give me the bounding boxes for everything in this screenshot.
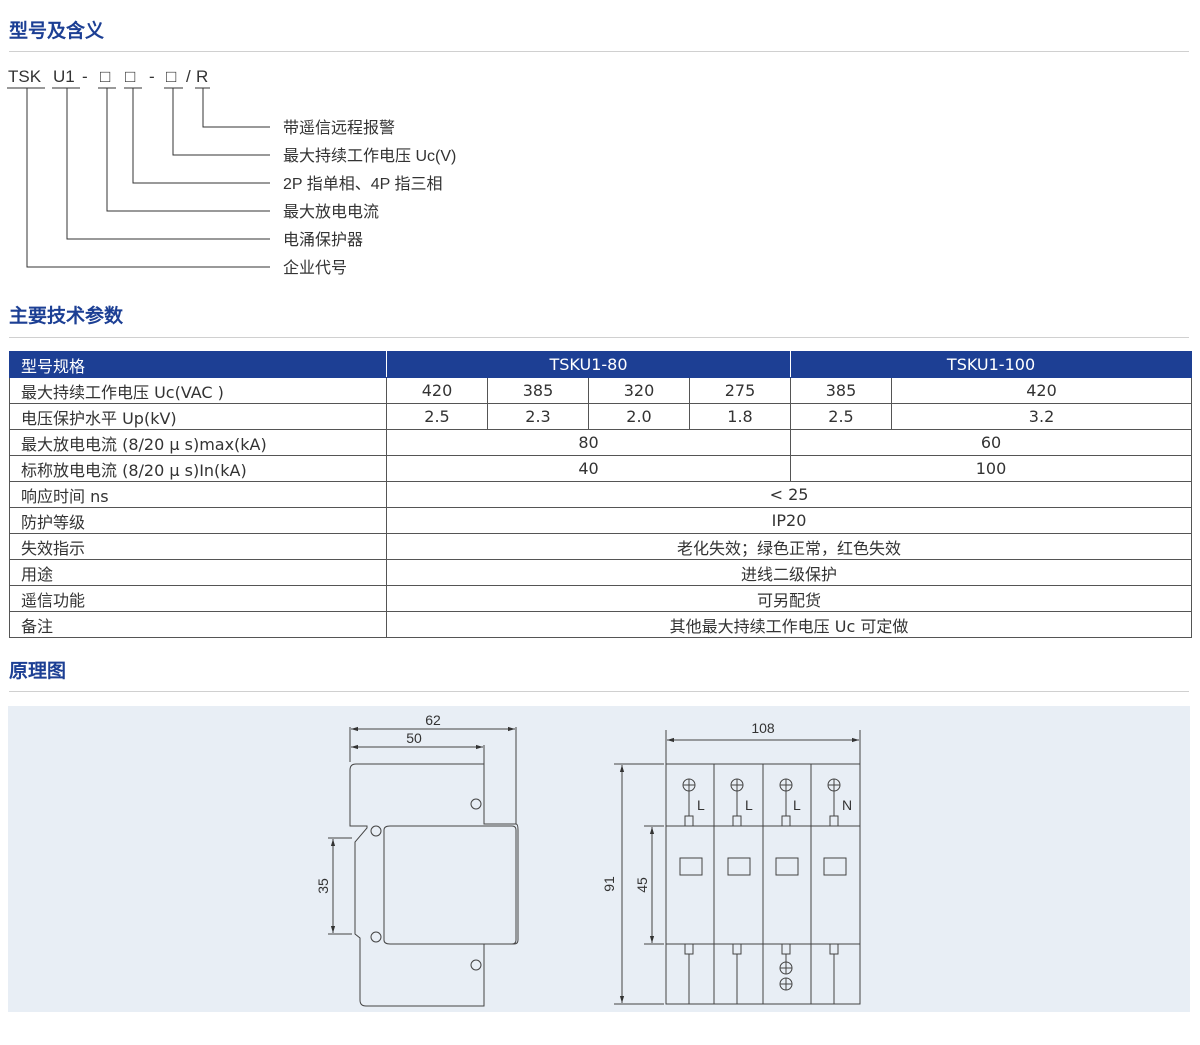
ground-terminal xyxy=(779,961,793,991)
table-row: 最大放电电流 (8/20 μ s)max(kA) 80 60 xyxy=(9,429,1193,456)
table-cell: 275 xyxy=(688,377,792,404)
dim-label-window-height: 45 xyxy=(634,877,650,893)
section-title-model-meaning: 型号及含义 xyxy=(9,20,105,42)
table-cell: 进线二级保护 xyxy=(385,559,1193,586)
dim-label-front-width: 108 xyxy=(751,720,775,736)
terminal-label: L xyxy=(793,797,801,813)
code-part-remote: R xyxy=(196,67,208,86)
table-cell: 40 xyxy=(385,455,792,482)
table-row: 响应时间 ns < 25 xyxy=(9,481,1193,508)
terminal-label: L xyxy=(697,797,705,813)
table-cell: 其他最大持续工作电压 Uc 可定做 xyxy=(385,611,1193,638)
table-header-row: 型号规格 TSKU1-80 TSKU1-100 xyxy=(9,351,1193,378)
explanation-max-voltage: 最大持续工作电压 Uc(V) xyxy=(283,147,456,165)
code-part-poles: □ xyxy=(125,67,135,86)
table-row: 失效指示 老化失效；绿色正常，红色失效 xyxy=(9,533,1193,560)
dimension-drawing: 62 50 35 108 91 45 L L L N xyxy=(315,712,861,1007)
table-cell: 2.3 xyxy=(487,403,589,430)
leader-lines xyxy=(7,87,270,268)
header-cell-label: 型号规格 xyxy=(9,351,387,378)
table-cell: 1.8 xyxy=(688,403,792,430)
row-label: 备注 xyxy=(9,611,387,638)
section-divider xyxy=(9,51,1189,52)
table-cell: 420 xyxy=(386,377,488,404)
code-part-dash: - xyxy=(82,67,88,86)
section-divider xyxy=(9,691,1189,692)
side-view-drawing xyxy=(328,726,519,1007)
dim-label-rail: 35 xyxy=(315,878,331,894)
terminal-top-2 xyxy=(730,778,744,827)
row-label: 用途 xyxy=(9,559,387,586)
row-label: 最大持续工作电压 Uc(VAC ) xyxy=(9,377,387,404)
table-cell: 3.2 xyxy=(891,403,1193,430)
row-label: 失效指示 xyxy=(9,533,387,560)
model-code-diagram: TSK U1 - □ □ - □ / R 带遥信远程报警 最大持续工作电压 Uc… xyxy=(7,67,456,277)
table-row: 最大持续工作电压 Uc(VAC ) 420 385 320 275 385 42… xyxy=(9,377,1193,404)
section-title-specs: 主要技术参数 xyxy=(9,305,124,327)
code-part-slash: / xyxy=(186,67,191,86)
row-label: 最大放电电流 (8/20 μ s)max(kA) xyxy=(9,429,387,456)
schematic-panel: 62 50 35 108 91 45 L L L N xyxy=(8,706,1190,1012)
row-label: 防护等级 xyxy=(9,507,387,534)
section-title-schematic: 原理图 xyxy=(9,660,67,682)
table-cell: < 25 xyxy=(385,481,1193,508)
explanation-max-current: 最大放电电流 xyxy=(283,203,379,221)
row-label: 电压保护水平 Up(kV) xyxy=(9,403,387,430)
table-cell: 385 xyxy=(487,377,589,404)
row-label: 响应时间 ns xyxy=(9,481,387,508)
terminal-top-3 xyxy=(779,778,793,827)
row-label: 标称放电电流 (8/20 μ s)In(kA) xyxy=(9,455,387,482)
terminal-label: L xyxy=(745,797,753,813)
header-cell-model: TSKU1-80 xyxy=(385,351,792,378)
dim-label-side-inner: 50 xyxy=(406,730,422,746)
dim-label-front-height: 91 xyxy=(601,876,617,892)
table-cell: 320 xyxy=(588,377,690,404)
table-cell: 可另配货 xyxy=(385,585,1193,612)
terminal-top-4 xyxy=(827,778,841,827)
table-cell: 420 xyxy=(891,377,1193,404)
table-cell: 2.5 xyxy=(386,403,488,430)
table-row: 防护等级 IP20 xyxy=(9,507,1193,534)
header-cell-model: TSKU1-100 xyxy=(790,351,1193,378)
section-divider xyxy=(9,337,1189,338)
table-cell: 2.0 xyxy=(588,403,690,430)
explanation-product: 电涌保护器 xyxy=(283,231,363,249)
terminal-top-1 xyxy=(682,778,696,827)
explanation-company: 企业代号 xyxy=(283,259,347,277)
code-part-series: U1 xyxy=(53,67,75,86)
table-cell: 385 xyxy=(790,377,893,404)
table-cell: 80 xyxy=(385,429,792,456)
code-part-current: □ xyxy=(100,67,110,86)
explanation-remote-alarm: 带遥信远程报警 xyxy=(283,119,395,137)
table-row: 电压保护水平 Up(kV) 2.5 2.3 2.0 1.8 2.5 3.2 xyxy=(9,403,1193,430)
table-cell: IP20 xyxy=(385,507,1193,534)
terminal-label: N xyxy=(842,797,852,813)
explanation-poles: 2P 指单相、4P 指三相 xyxy=(283,175,442,193)
table-cell: 100 xyxy=(790,455,1193,482)
spec-table: 型号规格 TSKU1-80 TSKU1-100 最大持续工作电压 Uc(VAC … xyxy=(9,351,1193,638)
table-cell: 老化失效；绿色正常，红色失效 xyxy=(385,533,1193,560)
table-cell: 60 xyxy=(790,429,1193,456)
table-row: 遥信功能 可另配货 xyxy=(9,585,1193,612)
table-cell: 2.5 xyxy=(790,403,893,430)
code-part-voltage: □ xyxy=(166,67,176,86)
code-part-company: TSK xyxy=(8,67,42,86)
front-view-drawing xyxy=(614,730,861,1005)
table-row: 标称放电电流 (8/20 μ s)In(kA) 40 100 xyxy=(9,455,1193,482)
row-label: 遥信功能 xyxy=(9,585,387,612)
table-row: 用途 进线二级保护 xyxy=(9,559,1193,586)
code-part-dash: - xyxy=(149,67,155,86)
dim-label-side-total: 62 xyxy=(425,712,441,728)
table-row: 备注 其他最大持续工作电压 Uc 可定做 xyxy=(9,611,1193,638)
